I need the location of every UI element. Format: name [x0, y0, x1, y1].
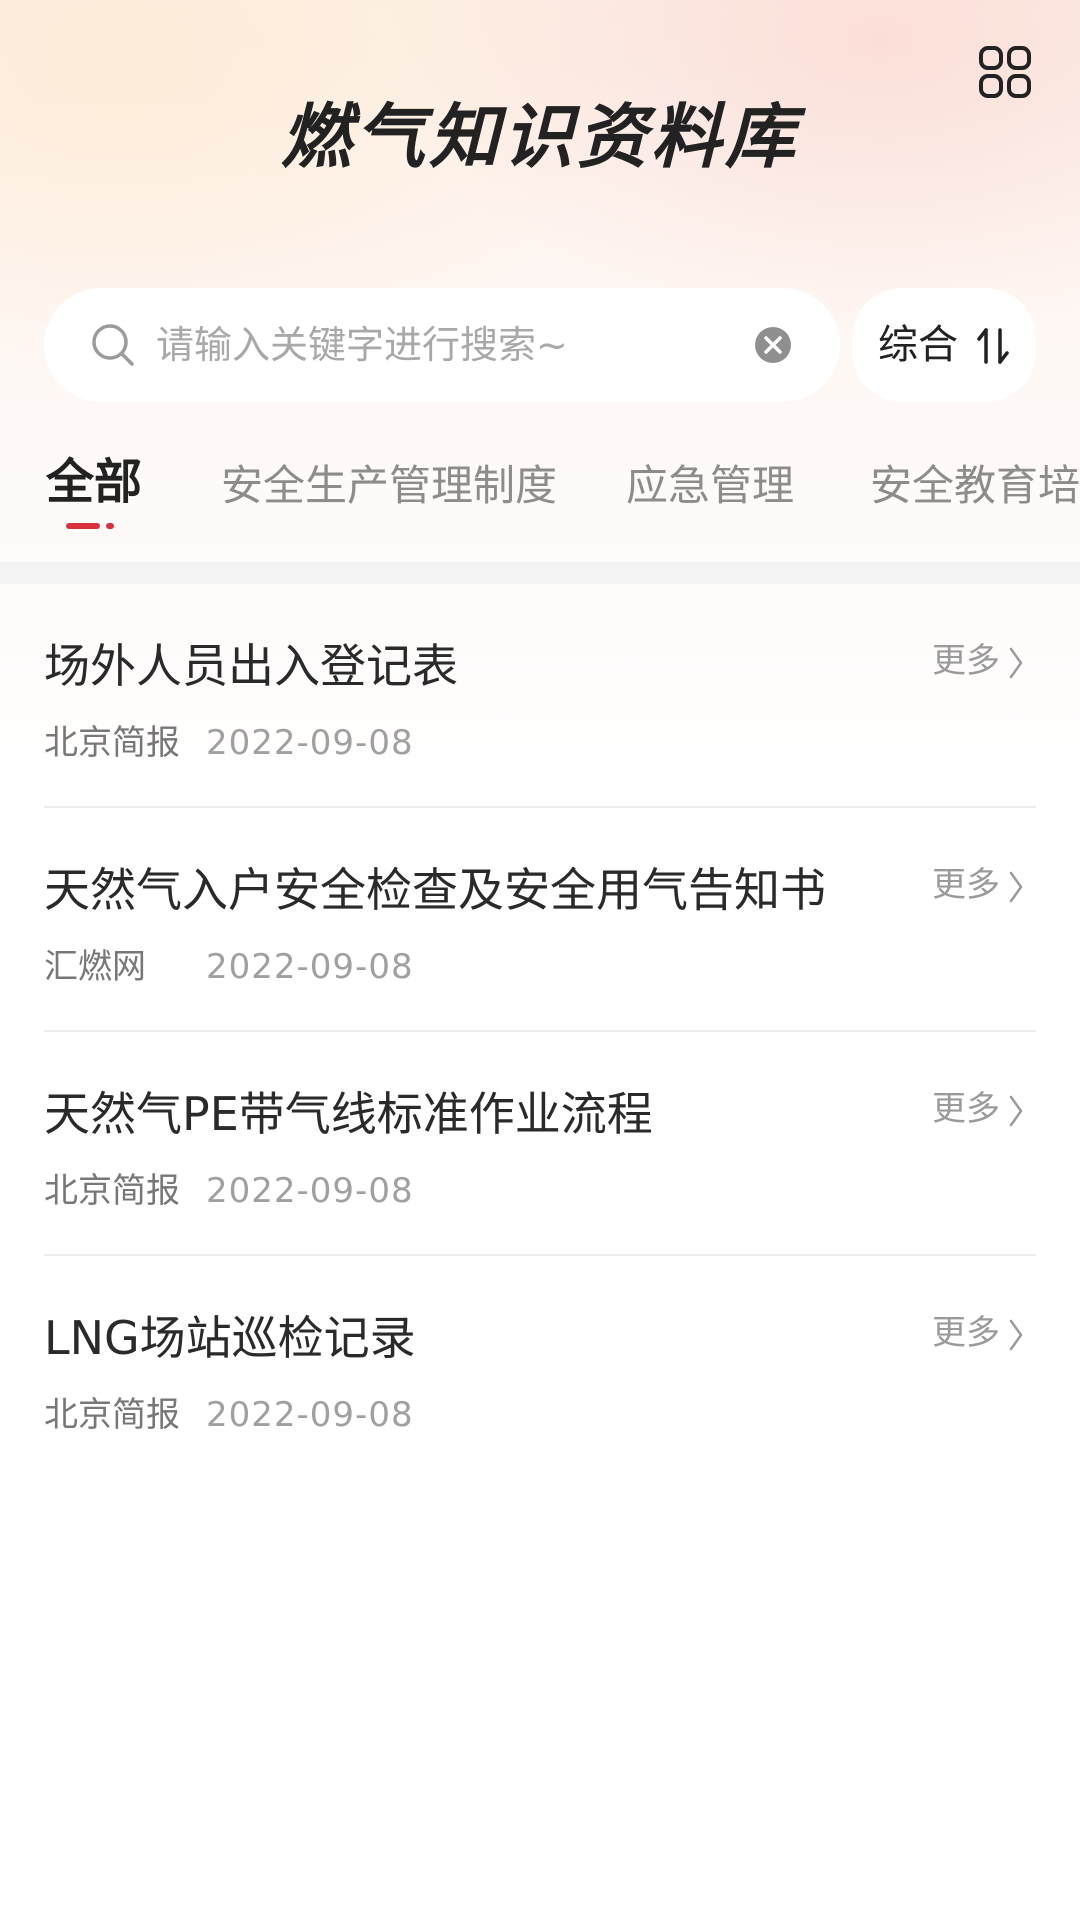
item-source: 北京简报	[44, 1171, 180, 1211]
item-title: LNG场站巡检记录	[44, 1311, 416, 1365]
search-input[interactable]	[156, 308, 756, 382]
active-tab-indicator	[66, 523, 114, 529]
sort-icon	[977, 328, 1009, 364]
list-item[interactable]: 天然气入户安全检查及安全用气告知书 更多 汇燃网 2022-09-08	[0, 808, 1080, 1032]
more-label: 更多	[932, 1313, 1000, 1353]
item-date: 2022-09-08	[206, 723, 414, 763]
chevron-right-icon	[1009, 1095, 1023, 1126]
section-divider	[0, 562, 1080, 584]
tab-safety-education-training[interactable]: 安全教育培训	[870, 456, 1080, 516]
item-source: 北京简报	[44, 1395, 180, 1435]
more-link[interactable]: 更多	[932, 1084, 1024, 1134]
search-bar[interactable]	[44, 288, 840, 402]
item-source: 汇燃网	[44, 947, 146, 987]
sort-button[interactable]: 综合	[852, 288, 1036, 402]
page-title: 燃气知识资料库	[281, 96, 799, 178]
item-title: 场外人员出入登记表	[44, 639, 458, 693]
tab-emergency-management[interactable]: 应急管理	[626, 456, 794, 516]
search-icon	[92, 324, 134, 366]
list-item[interactable]: 天然气PE带气线标准作业流程 更多 北京简报 2022-09-08	[0, 1032, 1080, 1256]
more-label: 更多	[932, 1089, 1000, 1129]
chevron-right-icon	[1009, 647, 1023, 678]
chevron-right-icon	[1009, 1319, 1023, 1350]
tab-all[interactable]: 全部	[46, 452, 142, 512]
item-source: 北京简报	[44, 723, 180, 763]
item-date: 2022-09-08	[206, 1171, 414, 1211]
more-link[interactable]: 更多	[932, 860, 1024, 910]
more-label: 更多	[932, 865, 1000, 905]
more-link[interactable]: 更多	[932, 636, 1024, 686]
item-date: 2022-09-08	[206, 1395, 414, 1435]
grid-icon	[979, 46, 1031, 98]
grid-menu-button[interactable]	[978, 45, 1032, 99]
more-label: 更多	[932, 641, 1000, 681]
item-date: 2022-09-08	[206, 947, 414, 987]
more-link[interactable]: 更多	[932, 1308, 1024, 1358]
item-title: 天然气PE带气线标准作业流程	[44, 1087, 653, 1141]
list-item[interactable]: LNG场站巡检记录 更多 北京简报 2022-09-08	[0, 1256, 1080, 1480]
list-item[interactable]: 场外人员出入登记表 更多 北京简报 2022-09-08	[0, 584, 1080, 808]
item-title: 天然气入户安全检查及安全用气告知书	[44, 863, 826, 917]
sort-label: 综合	[878, 322, 958, 368]
tab-safety-production-management[interactable]: 安全生产管理制度	[221, 456, 557, 516]
chevron-right-icon	[1009, 871, 1023, 902]
clear-icon[interactable]	[754, 326, 792, 364]
category-tabs: 全部 安全生产管理制度 应急管理 安全教育培训	[0, 448, 1080, 548]
